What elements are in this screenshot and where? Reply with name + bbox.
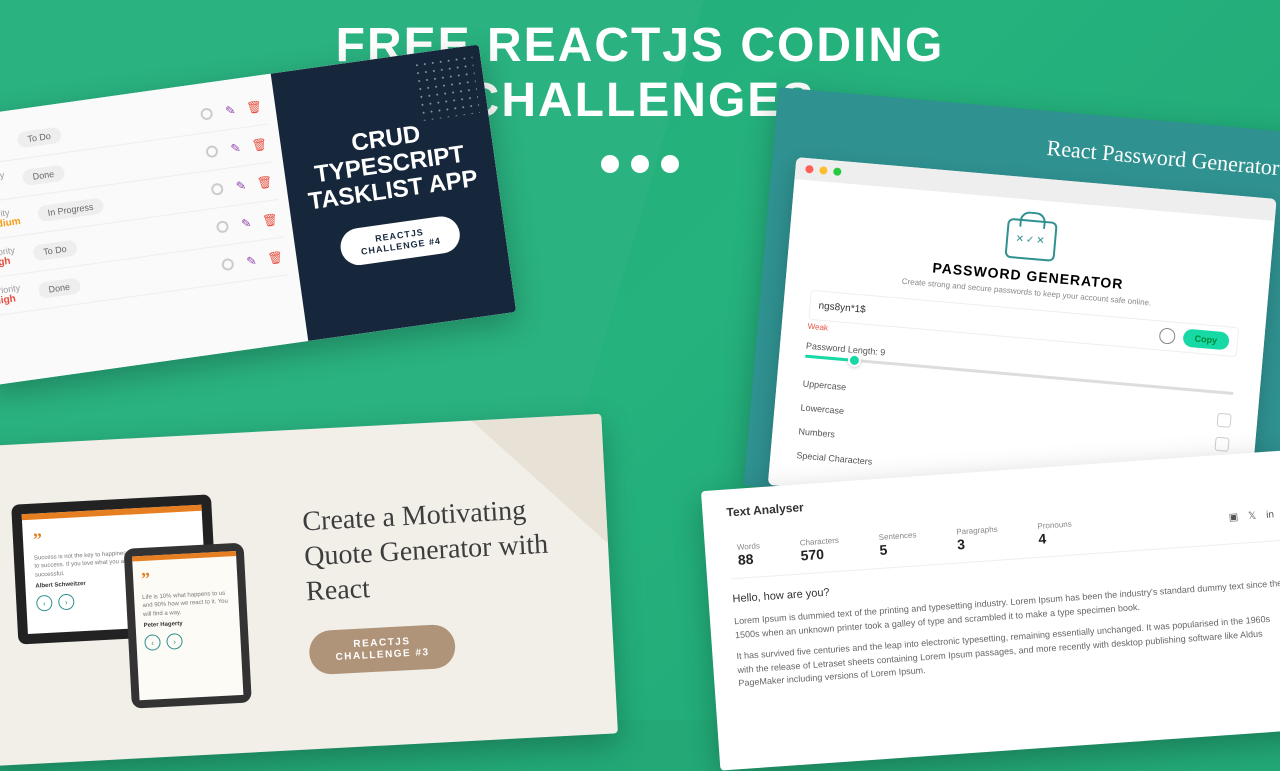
progress-icon xyxy=(209,181,225,197)
option-label: Numbers xyxy=(798,426,835,439)
status-pill: To Do xyxy=(16,126,61,148)
close-icon xyxy=(805,165,814,174)
maximize-icon xyxy=(833,167,842,176)
status-pill: To Do xyxy=(32,239,77,261)
checkbox[interactable] xyxy=(1217,413,1232,428)
status-pill: Done xyxy=(38,277,81,299)
quote-icon: ” xyxy=(141,564,230,590)
tasklist-promo: CRUD Typescript Tasklist App REACTJS CHA… xyxy=(271,44,517,341)
quote-heading: Create a Motivating Quote Generator with… xyxy=(302,490,575,609)
minimize-icon xyxy=(819,166,828,175)
card-text-analyser: Text Analyser Words88Characters570Senten… xyxy=(701,449,1280,770)
stat-value: 88 xyxy=(737,550,761,568)
edit-icon[interactable]: ✎ xyxy=(228,140,244,156)
delete-icon[interactable]: 🗑 xyxy=(252,137,268,153)
tasklist-grid: PriorityHighTo Do✎🗑PriorityLowDone✎🗑Prio… xyxy=(0,74,308,386)
priority-value: High xyxy=(0,255,17,270)
priority-value: High xyxy=(0,293,22,308)
tablet-author: Peter Hagerty xyxy=(144,619,232,630)
stat-value: 570 xyxy=(800,545,840,564)
next-icon[interactable]: › xyxy=(166,633,183,650)
stat-value: 5 xyxy=(879,539,918,558)
progress-icon xyxy=(204,143,220,159)
edit-icon[interactable]: ✎ xyxy=(238,215,254,231)
delete-icon[interactable]: 🗑 xyxy=(246,99,262,115)
title-line-2: CHALLENGES xyxy=(465,74,816,127)
linkedin-icon[interactable]: in xyxy=(1266,509,1275,521)
progress-icon xyxy=(220,256,236,272)
stat-item: Words88 xyxy=(737,541,762,568)
stat-item: Sentences5 xyxy=(878,530,917,558)
twitter-icon[interactable]: 𝕏 xyxy=(1248,511,1257,523)
status-pill: In Progress xyxy=(37,197,105,222)
next-icon[interactable]: › xyxy=(58,594,75,611)
challenge-badge-3: REACTJS CHALLENGE #3 xyxy=(308,623,456,675)
facebook-icon[interactable]: ▣ xyxy=(1228,512,1238,524)
tablet-mockup: ” Life is 10% what happens to us and 90%… xyxy=(124,543,252,709)
stat-item: Characters570 xyxy=(799,536,840,564)
stat-value: 4 xyxy=(1038,528,1073,546)
quote-promo: Create a Motivating Quote Generator with… xyxy=(272,490,579,676)
challenge-badge-4: REACTJS CHALLENGE #4 xyxy=(338,214,463,268)
card-quote-generator: ” Success is not the key to happiness. H… xyxy=(0,414,618,767)
prev-icon[interactable]: ‹ xyxy=(144,634,161,651)
status-pill: Done xyxy=(22,164,65,186)
refresh-icon[interactable] xyxy=(1158,327,1175,344)
stat-item: Pronouns4 xyxy=(1037,519,1073,546)
delete-icon[interactable]: 🗑 xyxy=(257,174,273,190)
priority-value: Low xyxy=(0,180,6,195)
tablet-quote: Life is 10% what happens to us and 90% h… xyxy=(142,589,231,619)
device-mockups: ” Success is not the key to happiness. H… xyxy=(11,481,282,714)
option-label: Uppercase xyxy=(802,378,846,392)
priority-value: High xyxy=(0,142,1,157)
delete-icon[interactable]: 🗑 xyxy=(262,212,278,228)
promo-heading: CRUD Typescript Tasklist App xyxy=(300,114,480,216)
slider-thumb[interactable] xyxy=(847,353,861,367)
prev-icon[interactable]: ‹ xyxy=(36,595,53,612)
stat-item: Paragraphs3 xyxy=(956,525,999,553)
stat-value: 3 xyxy=(957,534,999,553)
copy-button[interactable]: Copy xyxy=(1182,328,1230,350)
priority-value: Medium xyxy=(0,216,21,232)
progress-icon xyxy=(215,218,231,234)
edit-icon[interactable]: ✎ xyxy=(244,253,260,269)
progress-icon xyxy=(199,106,215,122)
social-icons: ▣ 𝕏 in xyxy=(1228,509,1274,523)
option-label: Special Characters xyxy=(796,450,873,467)
checkbox[interactable] xyxy=(1214,437,1229,452)
edit-icon[interactable]: ✎ xyxy=(222,102,238,118)
delete-icon[interactable]: 🗑 xyxy=(267,249,283,265)
option-label: Lowercase xyxy=(800,402,844,416)
edit-icon[interactable]: ✎ xyxy=(233,177,249,193)
